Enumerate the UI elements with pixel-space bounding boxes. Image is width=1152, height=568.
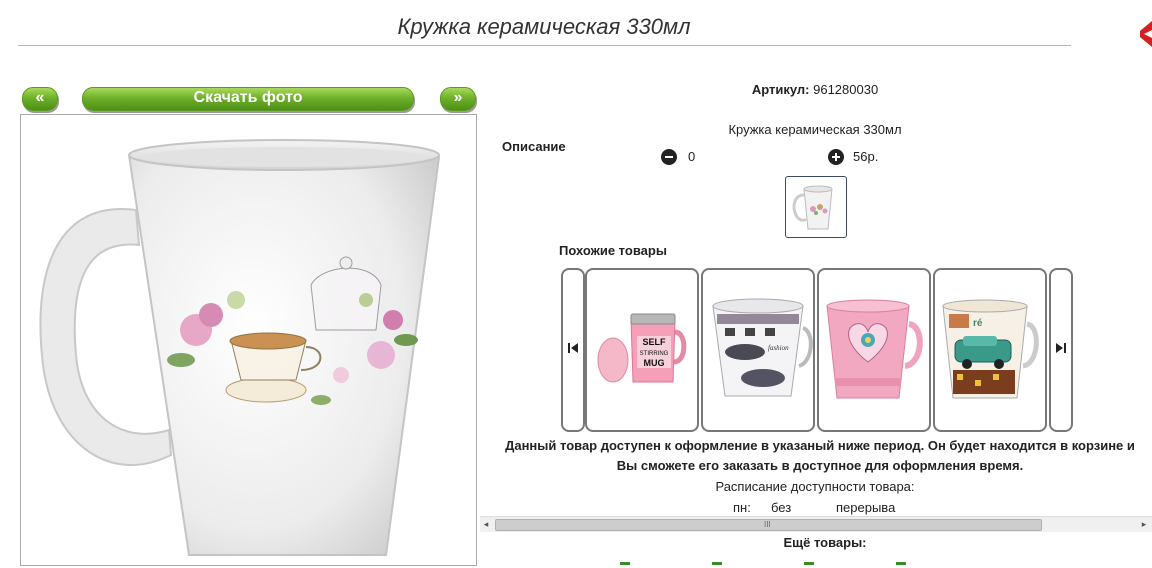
title-divider: [18, 45, 1071, 46]
plus-circle-icon[interactable]: [828, 149, 844, 165]
product-photo: [20, 114, 477, 566]
similar-item-retro-car-mug[interactable]: ré: [933, 268, 1047, 432]
scroll-left-arrow-icon[interactable]: ◂: [480, 519, 492, 530]
schedule-from: без: [771, 500, 792, 515]
schedule-to: перерыва: [836, 500, 896, 515]
next-photo-button[interactable]: »: [440, 87, 476, 111]
schedule-title: Расписание доступности товара:: [715, 479, 915, 494]
more-item-link[interactable]: [896, 562, 906, 565]
more-items-heading: Ещё товары:: [783, 535, 867, 550]
more-item-link[interactable]: [804, 562, 814, 565]
sku-value: 961280030: [813, 82, 879, 97]
similar-items-heading: Похожие товары: [559, 243, 667, 258]
minus-circle-icon[interactable]: [661, 149, 677, 165]
scrollbar-grip: III: [764, 520, 771, 529]
svg-text:ré: ré: [973, 318, 983, 329]
schedule-day: пн:: [733, 500, 751, 515]
scroll-right-arrow-icon[interactable]: ▸: [1138, 519, 1150, 530]
more-items-links: [620, 553, 1000, 565]
description-text: Кружка керамическая 330мл: [728, 122, 902, 137]
sku-label: Артикул:: [751, 82, 810, 97]
close-icon[interactable]: [1139, 18, 1152, 48]
similar-item-pink-heart-mug[interactable]: [817, 268, 931, 432]
skip-next-icon: [1055, 342, 1067, 354]
similar-item-fashion-mug[interactable]: fashion: [701, 268, 815, 432]
horizontal-scrollbar[interactable]: ◂ III ▸: [480, 516, 1152, 532]
download-photo-button[interactable]: Скачать фото: [82, 87, 414, 111]
carousel-prev-button[interactable]: [561, 268, 585, 432]
svg-text:SELF: SELF: [642, 337, 666, 347]
description-label: Описание: [502, 139, 566, 154]
svg-text:fashion: fashion: [768, 344, 789, 352]
quantity-value: 0: [688, 149, 696, 164]
page-title: Кружка керамическая 330мл: [397, 14, 691, 39]
prev-photo-button[interactable]: «: [22, 87, 58, 111]
more-item-link[interactable]: [712, 562, 722, 565]
svg-text:MUG: MUG: [644, 358, 665, 368]
product-thumbnail[interactable]: [785, 176, 847, 238]
availability-notice: Данный товар доступен к оформление в ука…: [505, 438, 1135, 473]
sku-line: Артикул: 961280030: [600, 82, 1030, 97]
price-value: 56р.: [853, 149, 879, 164]
more-item-link[interactable]: [620, 562, 630, 565]
svg-text:STIRRING: STIRRING: [640, 351, 669, 357]
carousel-next-button[interactable]: [1049, 268, 1073, 432]
scrollbar-thumb[interactable]: III: [495, 519, 1042, 531]
similar-item-self-stirring-mug[interactable]: SELF STIRRING MUG: [585, 268, 699, 432]
skip-prev-icon: [567, 342, 579, 354]
